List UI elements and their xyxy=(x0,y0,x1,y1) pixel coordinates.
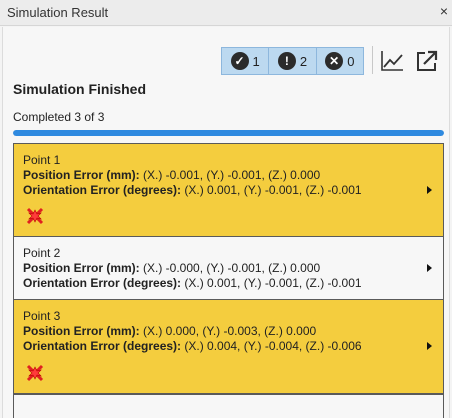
toolbar-separator xyxy=(372,46,373,74)
point-name: Point 2 xyxy=(23,246,61,260)
warning-count: 2 xyxy=(299,53,308,69)
progress-fill xyxy=(13,130,444,136)
status-heading: Simulation Finished xyxy=(13,81,147,97)
point-list: Point 1 Position Error (mm): (X.) -0.001… xyxy=(13,143,444,394)
chevron-right-icon[interactable] xyxy=(427,342,432,350)
list-item[interactable]: Point 1 Position Error (mm): (X.) -0.001… xyxy=(13,143,444,237)
success-count-badge[interactable]: ✓ 1 xyxy=(222,48,270,74)
position-error-label: Position Error (mm): xyxy=(23,261,140,275)
success-count: 1 xyxy=(252,53,260,69)
orientation-error-value: (X.) 0.001, (Y.) -0.001, (Z.) -0.001 xyxy=(181,276,362,290)
position-error: Position Error (mm): (X.) -0.000, (Y.) -… xyxy=(23,261,435,276)
orientation-error: Orientation Error (degrees): (X.) 0.004,… xyxy=(23,339,435,354)
progress-bar xyxy=(13,130,444,136)
exclamation-circle-icon: ! xyxy=(277,52,296,70)
position-error-value: (X.) -0.001, (Y.) -0.001, (Z.) 0.000 xyxy=(139,168,321,182)
position-error: Position Error (mm): (X.) -0.001, (Y.) -… xyxy=(23,168,435,183)
orientation-error: Orientation Error (degrees): (X.) 0.001,… xyxy=(23,276,435,291)
close-icon[interactable]: × xyxy=(440,4,448,18)
position-error-label: Position Error (mm): xyxy=(23,168,140,182)
orientation-error-label: Orientation Error (degrees): xyxy=(23,339,182,353)
orientation-error-label: Orientation Error (degrees): xyxy=(23,183,182,197)
collision-icon xyxy=(26,207,44,225)
chevron-right-icon[interactable] xyxy=(427,264,432,272)
error-count: 0 xyxy=(347,53,355,69)
list-item[interactable]: Point 3 Position Error (mm): (X.) 0.000,… xyxy=(13,299,444,394)
collision-icon xyxy=(26,364,44,382)
line-chart-icon[interactable] xyxy=(379,48,405,74)
orientation-error: Orientation Error (degrees): (X.) 0.001,… xyxy=(23,183,435,198)
title-bar: Simulation Result × xyxy=(0,0,452,26)
summary-badges: ✓ 1 ! 2 ✕ 0 xyxy=(221,47,364,75)
position-error-value: (X.) -0.000, (Y.) -0.001, (Z.) 0.000 xyxy=(139,261,321,275)
position-error-value: (X.) 0.000, (Y.) -0.003, (Z.) 0.000 xyxy=(139,324,317,338)
check-circle-icon: ✓ xyxy=(230,52,249,70)
progress-label: Completed 3 of 3 xyxy=(13,110,105,124)
error-count-badge[interactable]: ✕ 0 xyxy=(317,48,363,74)
point-name: Point 1 xyxy=(23,153,61,167)
orientation-error-label: Orientation Error (degrees): xyxy=(23,276,182,290)
list-item[interactable]: Point 2 Position Error (mm): (X.) -0.000… xyxy=(13,236,444,300)
point-name: Point 3 xyxy=(23,309,61,323)
chevron-right-icon[interactable] xyxy=(427,186,432,194)
warning-count-badge[interactable]: ! 2 xyxy=(269,48,317,74)
x-circle-icon: ✕ xyxy=(325,52,344,70)
position-error: Position Error (mm): (X.) 0.000, (Y.) -0… xyxy=(23,324,435,339)
orientation-error-value: (X.) 0.004, (Y.) -0.004, (Z.) -0.006 xyxy=(181,339,362,353)
window-title: Simulation Result xyxy=(7,5,109,20)
orientation-error-value: (X.) 0.001, (Y.) -0.001, (Z.) -0.001 xyxy=(181,183,362,197)
list-item-empty xyxy=(13,394,444,418)
position-error-label: Position Error (mm): xyxy=(23,324,140,338)
external-link-icon[interactable] xyxy=(414,48,440,74)
